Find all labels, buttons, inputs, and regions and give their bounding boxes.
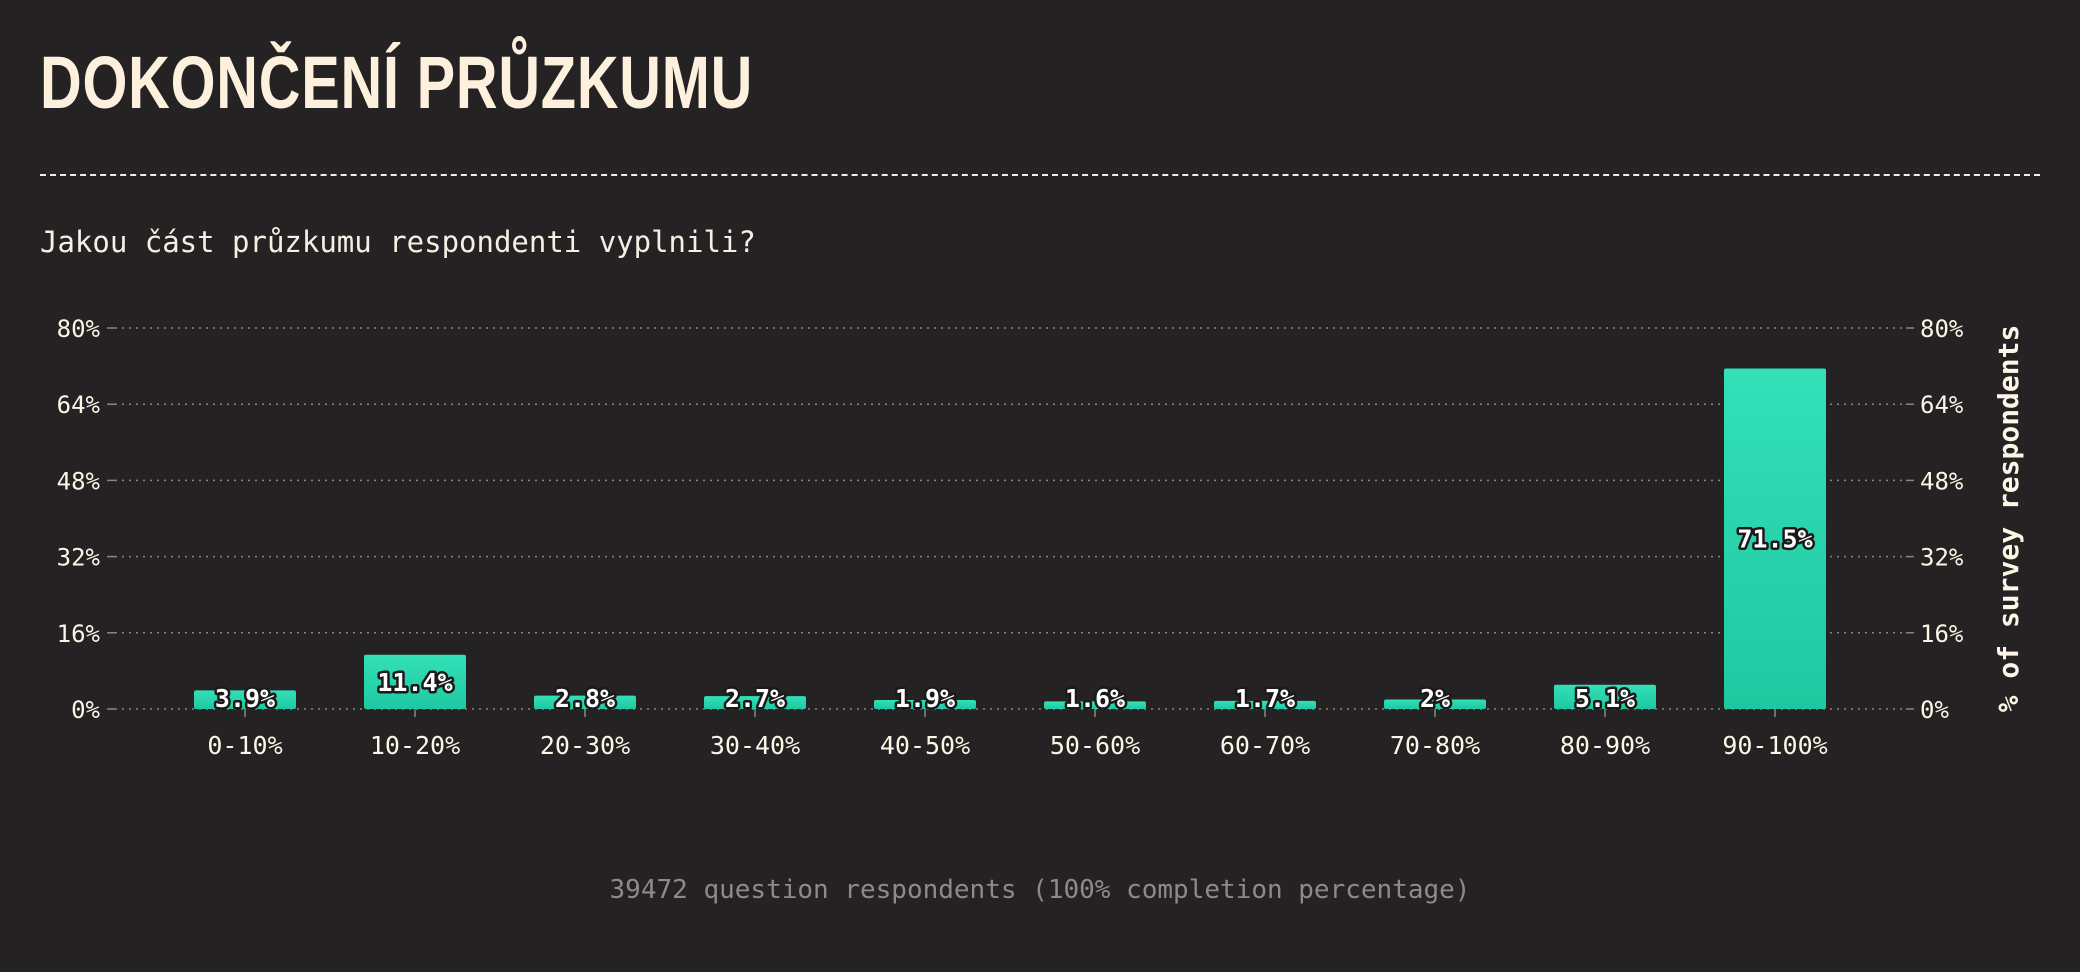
x-tick-label: 80-90% [1560,731,1650,760]
grid-layer: 0% 0% 16% 16% 32% 32% 48% 48% 64% 64% 80% 80% [57,315,1964,724]
y-tick-label-left: 48% [57,467,101,495]
x-tick-label: 50-60% [1050,731,1140,760]
data-label: 2% [1420,684,1450,713]
y-tick-label-left: 32% [57,544,101,572]
x-tick-label: 20-30% [540,731,630,760]
y-axis-title-right: % of survey respondents [1992,325,2025,713]
y-tick-label-right: 48% [1920,467,1964,495]
y-tick-label-right: 32% [1920,544,1964,572]
data-label: 1.6% [1065,684,1125,713]
data-label: 1.9% [895,684,955,713]
bar-layer [194,368,1826,709]
data-label: 3.9% [215,684,275,713]
y-tick-label-right: 64% [1920,391,1964,419]
y-tick-label-right: 0% [1920,696,1949,724]
x-tick-label: 90-100% [1722,731,1827,760]
x-tick-label: 40-50% [880,731,970,760]
y-tick-label-left: 0% [71,696,100,724]
data-label: 2.7% [725,684,785,713]
x-tick-label: 70-80% [1390,731,1480,760]
data-label: 11.4% [377,668,452,697]
bar-chart: 0% 0% 16% 16% 32% 32% 48% 48% 64% 64% 80% 80% 0-10%… [57,315,2025,760]
y-tick-label-left: 80% [57,315,101,343]
x-tick-label: 10-20% [370,731,460,760]
data-label: 71.5% [1737,525,1812,554]
data-label: 5.1% [1575,684,1635,713]
data-label: 1.7% [1235,684,1295,713]
x-tick-label: 0-10% [207,731,282,760]
x-tick-label: 60-70% [1220,731,1310,760]
y-tick-label-right: 16% [1920,620,1964,648]
data-label: 2.8% [555,684,615,713]
y-tick-label-left: 16% [57,620,101,648]
label-layer: 0-10% 3.9% 10-20% 11.4% 20-30% 2.8% 30-40% 2.7%… [207,522,1827,760]
x-tick-label: 30-40% [710,731,800,760]
y-tick-label-left: 64% [57,391,101,419]
y-tick-label-right: 80% [1920,315,1964,343]
chart-footer-note: 39472 question respondents (100% complet… [609,875,1471,905]
